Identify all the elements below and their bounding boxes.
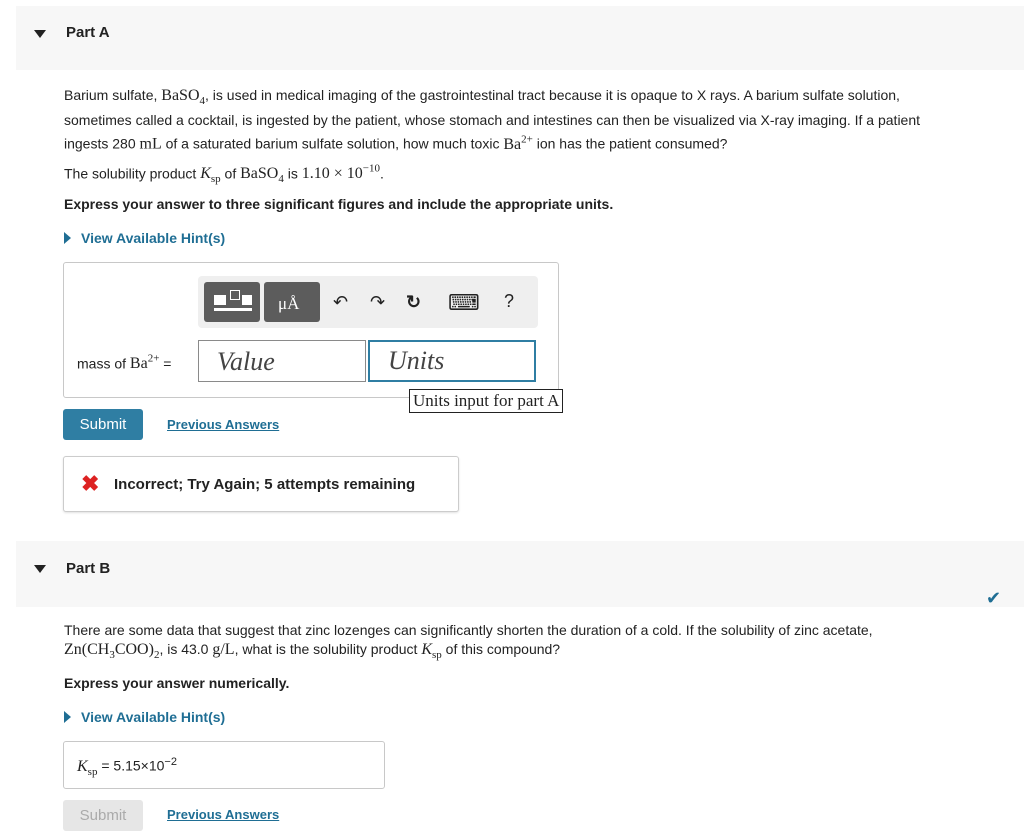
- templates-button[interactable]: [204, 282, 260, 322]
- part-b-answer-box: Ksp = 5.15×10−2: [63, 741, 385, 789]
- help-icon[interactable]: ?: [504, 291, 514, 312]
- redo-icon[interactable]: ↷: [370, 292, 385, 313]
- part-a-ksp-statement: The solubility product Ksp of BaSO4 is 1…: [64, 163, 384, 186]
- keyboard-icon[interactable]: ⌨: [448, 290, 480, 316]
- part-a-title: Part A: [66, 24, 110, 41]
- part-b-header[interactable]: Part B: [16, 541, 1024, 607]
- completed-check-icon: ✔: [986, 588, 1002, 608]
- units-button[interactable]: μÅ: [264, 282, 320, 322]
- part-b-instruction: Express your answer numerically.: [64, 675, 290, 691]
- collapse-triangle-icon[interactable]: [34, 30, 46, 38]
- part-a-instruction: Express your answer to three significant…: [64, 196, 614, 212]
- units-input[interactable]: Units: [368, 340, 536, 382]
- part-a-answer-box: μÅ ↶ ↷ ↻ ⌨ ? mass of Ba2+ = Value Units: [63, 262, 559, 398]
- undo-icon[interactable]: ↶: [333, 292, 348, 313]
- feedback-box: ✖ Incorrect; Try Again; 5 attempts remai…: [63, 456, 459, 512]
- submit-button-disabled: Submit: [63, 800, 143, 831]
- reset-icon[interactable]: ↻: [406, 292, 421, 313]
- math-toolbar: μÅ ↶ ↷ ↻ ⌨ ?: [198, 276, 538, 328]
- previous-answers-link[interactable]: Previous Answers: [167, 417, 279, 432]
- part-b-question: There are some data that suggest that zi…: [64, 622, 873, 662]
- units-tooltip: Units input for part A: [409, 389, 564, 413]
- expand-arrow-icon: [64, 711, 71, 723]
- part-a-hint-link[interactable]: View Available Hint(s): [64, 230, 225, 246]
- submit-button[interactable]: Submit: [63, 409, 143, 440]
- expand-arrow-icon: [64, 232, 71, 244]
- value-input[interactable]: Value: [198, 340, 366, 382]
- part-b-hint-link[interactable]: View Available Hint(s): [64, 709, 225, 725]
- part-b-title: Part B: [66, 560, 111, 577]
- part-b-answer: Ksp = 5.15×10−2: [77, 756, 177, 778]
- feedback-message: Incorrect; Try Again; 5 attempts remaini…: [114, 476, 416, 493]
- error-icon: ✖: [81, 471, 100, 496]
- part-a-question: Barium sulfate, BaSO4, is used in medica…: [64, 87, 921, 153]
- collapse-triangle-icon[interactable]: [34, 565, 46, 573]
- previous-answers-link[interactable]: Previous Answers: [167, 807, 279, 822]
- part-a-header[interactable]: Part A: [16, 6, 1024, 70]
- answer-label: mass of Ba2+ =: [77, 353, 172, 373]
